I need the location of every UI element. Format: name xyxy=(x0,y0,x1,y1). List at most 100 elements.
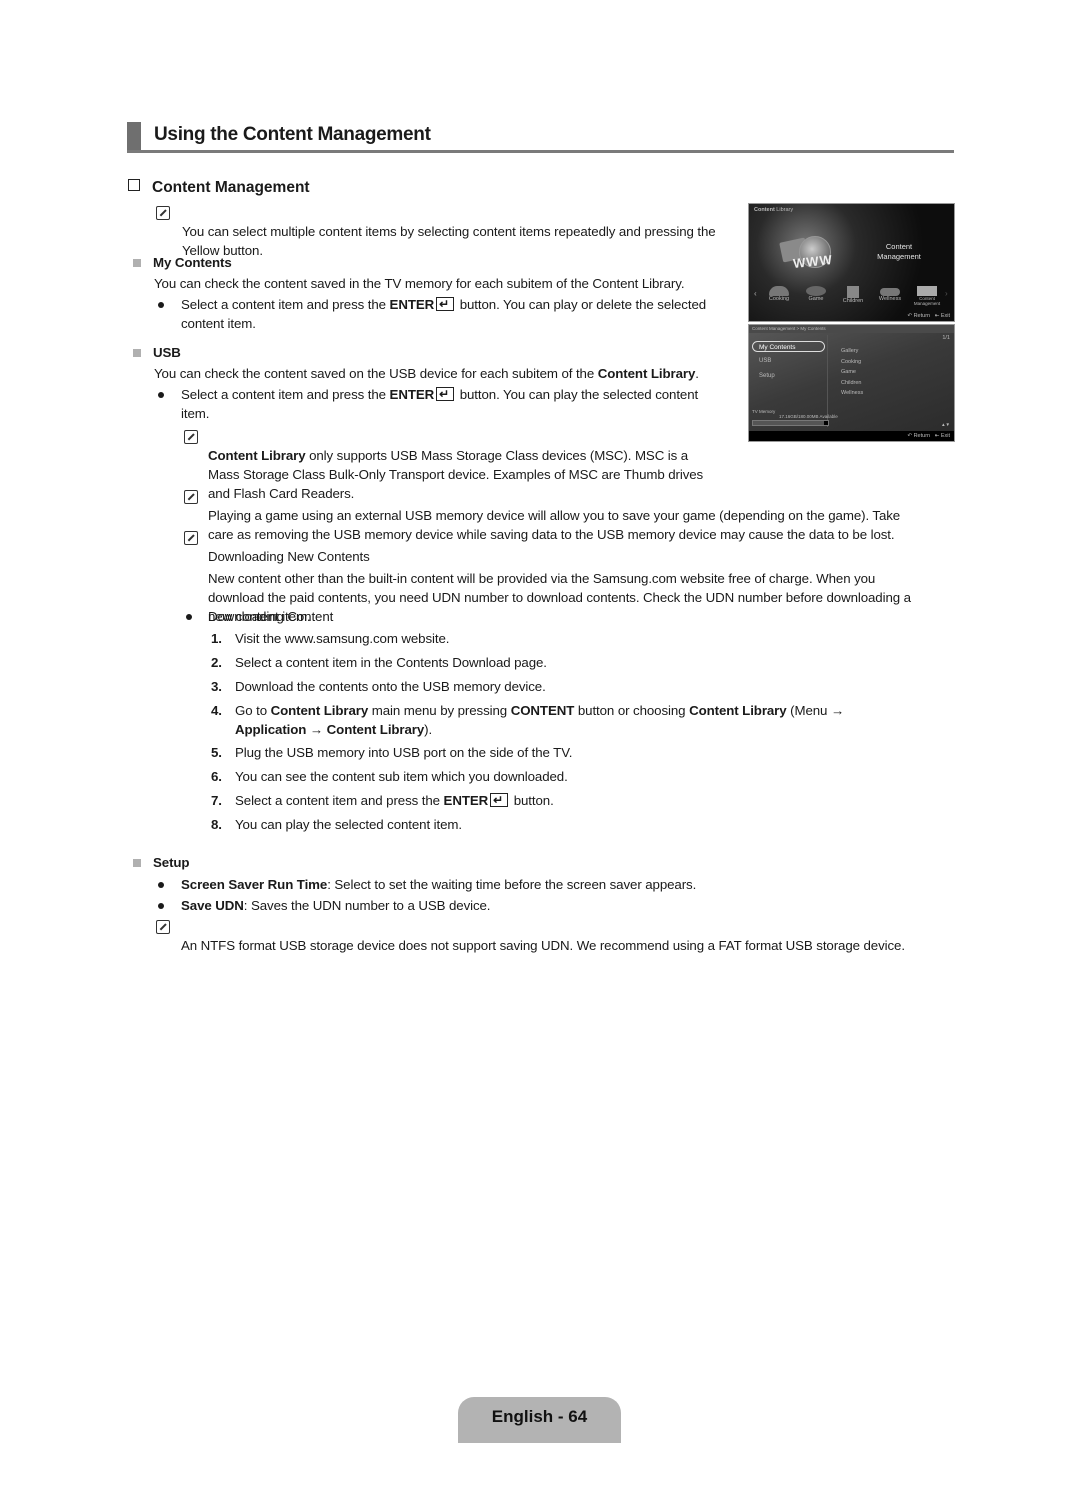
return-icon: ↶ xyxy=(907,313,913,319)
step-text: You can play the selected content item. xyxy=(235,817,462,832)
bullet-dot-icon xyxy=(158,882,164,888)
step-bold: Content Library xyxy=(689,703,787,718)
note-bold: Content Library xyxy=(208,448,306,463)
step-item: 3. Download the contents onto the USB mem… xyxy=(211,677,911,701)
square-bullet-icon xyxy=(133,259,141,267)
tv-menu-setup[interactable]: Setup xyxy=(759,373,775,379)
subsection-title: Content Management xyxy=(152,179,310,196)
tv-chevron-right-icon[interactable]: › xyxy=(945,289,948,298)
bullet-text: Select a content item and press the xyxy=(181,387,390,402)
tv-memory-bar-fill xyxy=(753,421,825,425)
www-globe-icon: WWW xyxy=(779,232,851,272)
my-contents-heading-text: My Contents xyxy=(153,255,232,270)
tv-list-item[interactable]: Gallery xyxy=(841,346,863,357)
tv-category-label: Wellness xyxy=(878,296,902,302)
setup-heading-text: Setup xyxy=(153,855,190,870)
step-item: 8. You can play the selected content item… xyxy=(211,815,911,839)
tv-exit-label[interactable]: Exit xyxy=(941,313,950,319)
tv-center-title-line2: Management xyxy=(877,252,921,261)
enter-key-label: ENTER xyxy=(389,297,435,312)
note-text: Mass Storage Class Bulk-Only Transport d… xyxy=(208,467,704,482)
setup-ntfs-note: An NTFS format USB storage device does n… xyxy=(154,917,954,955)
note-icon xyxy=(184,490,198,504)
tv-memory-value: 17.16GB/180.00MB Available xyxy=(779,414,838,419)
step-text: Go to xyxy=(235,703,271,718)
usb-bullet: Select a content item and press the ENTE… xyxy=(154,385,744,423)
tv-menu-my-contents[interactable]: My Contents xyxy=(752,341,825,352)
bullet-text: : Select to set the waiting time before … xyxy=(327,877,697,892)
bullet-text: button. You can play or delete the selec… xyxy=(456,297,707,312)
step-text: You can see the content sub item which y… xyxy=(235,769,568,784)
tv-screenshot-my-contents: Content Management > My Contents 1/1 My … xyxy=(748,324,955,442)
section-title-bar: Using the Content Management xyxy=(127,122,954,153)
note-title: Downloading New Contents xyxy=(208,549,370,564)
bullet-text: button. You can play the selected conten… xyxy=(456,387,699,402)
return-icon: ↶ xyxy=(907,433,913,439)
intro-note: You can select multiple content items by… xyxy=(154,203,734,260)
my-contents-heading: My Contents xyxy=(133,253,232,272)
step-text: button or choosing xyxy=(574,703,690,718)
setup-heading: Setup xyxy=(133,853,190,872)
usb-desc-text: You can check the content saved on the U… xyxy=(154,366,598,381)
tv-category-label: Game xyxy=(808,296,824,302)
setup-bullet-screensaver: Screen Saver Run Time: Select to set the… xyxy=(154,875,696,894)
tv-return-label[interactable]: Return xyxy=(914,433,931,439)
tv-list-item[interactable]: Wellness xyxy=(841,388,863,399)
my-contents-bullet: Select a content item and press the ENTE… xyxy=(154,295,744,333)
tv-list-item[interactable]: Cooking xyxy=(841,357,863,368)
tv-menu-usb[interactable]: USB xyxy=(759,358,771,364)
step-text: Visit the www.samsung.com website. xyxy=(235,631,450,646)
usb-desc-end: . xyxy=(695,366,699,381)
tv-return-label[interactable]: Return xyxy=(914,313,931,319)
usb-heading-text: USB xyxy=(153,345,181,360)
tv-category-cooking[interactable]: Cooking xyxy=(763,286,795,308)
steps-list: 1. Visit the www.samsung.com website. 2. S… xyxy=(211,629,911,839)
step-number: 2. xyxy=(211,655,222,670)
step-item: 1. Visit the www.samsung.com website. xyxy=(211,629,911,653)
tv-page-indicator: 1/1 xyxy=(942,335,950,341)
step-text: (Menu → xyxy=(786,703,845,718)
tv-chevron-left-icon[interactable]: ‹ xyxy=(754,289,757,298)
tv-category-content-management[interactable]: Content Management xyxy=(911,286,943,308)
bullet-dot-icon xyxy=(158,392,164,398)
enter-key-label: ENTER xyxy=(389,387,435,402)
tv-content-list: Gallery Cooking Game Children Wellness xyxy=(841,346,863,399)
step-text: ). xyxy=(424,722,433,737)
step-text: button. xyxy=(510,793,554,808)
note-text: only supports USB Mass Storage Class dev… xyxy=(305,448,689,463)
step-item: 4. Go to Content Library main menu by pre… xyxy=(211,701,911,743)
note-icon xyxy=(184,430,198,444)
bullet-dot-icon xyxy=(158,302,164,308)
tv-header-rest: Library xyxy=(774,207,794,213)
tv-list-item[interactable]: Game xyxy=(841,367,863,378)
note-text: download the paid contents, you need UDN… xyxy=(208,590,911,605)
subsection-heading: Content Management xyxy=(128,178,310,198)
step-text: main menu by pressing xyxy=(368,703,511,718)
step-item: 5. Plug the USB memory into USB port on t… xyxy=(211,743,911,767)
page-footer-badge: English - 64 xyxy=(458,1397,621,1443)
step-bold: CONTENT xyxy=(510,703,575,718)
step-item: 7. Select a content item and press the EN… xyxy=(211,791,911,815)
tv-scroll-arrows-icon[interactable]: ▲▼ xyxy=(941,422,950,427)
step-number: 8. xyxy=(211,817,222,832)
exit-icon: ⇤ xyxy=(934,433,940,439)
tv-category-children[interactable]: Children xyxy=(837,286,869,308)
tv-center-title-line1: Content xyxy=(885,242,913,251)
my-contents-desc: You can check the content saved in the T… xyxy=(154,276,685,291)
step-number: 7. xyxy=(211,793,222,808)
bullet-text: item. xyxy=(181,406,210,421)
tv-category-game[interactable]: Game xyxy=(800,286,832,308)
note-icon xyxy=(184,531,198,545)
tv-exit-label[interactable]: Exit xyxy=(941,433,950,439)
step-text: Select a content item and press the xyxy=(235,793,444,808)
tv-screenshot-content-library: Content Library WWW Content Management ‹… xyxy=(748,203,955,322)
note-icon xyxy=(156,920,170,934)
step-number: 5. xyxy=(211,745,222,760)
tv-list-item[interactable]: Children xyxy=(841,378,863,389)
tv-category-label: Cooking xyxy=(768,296,790,302)
checkbox-bullet-icon xyxy=(128,179,140,191)
tv-category-wellness[interactable]: Wellness xyxy=(874,286,906,308)
bullet-bold: Screen Saver Run Time xyxy=(181,877,328,892)
step-number: 1. xyxy=(211,631,222,646)
enter-key-icon xyxy=(436,295,455,314)
